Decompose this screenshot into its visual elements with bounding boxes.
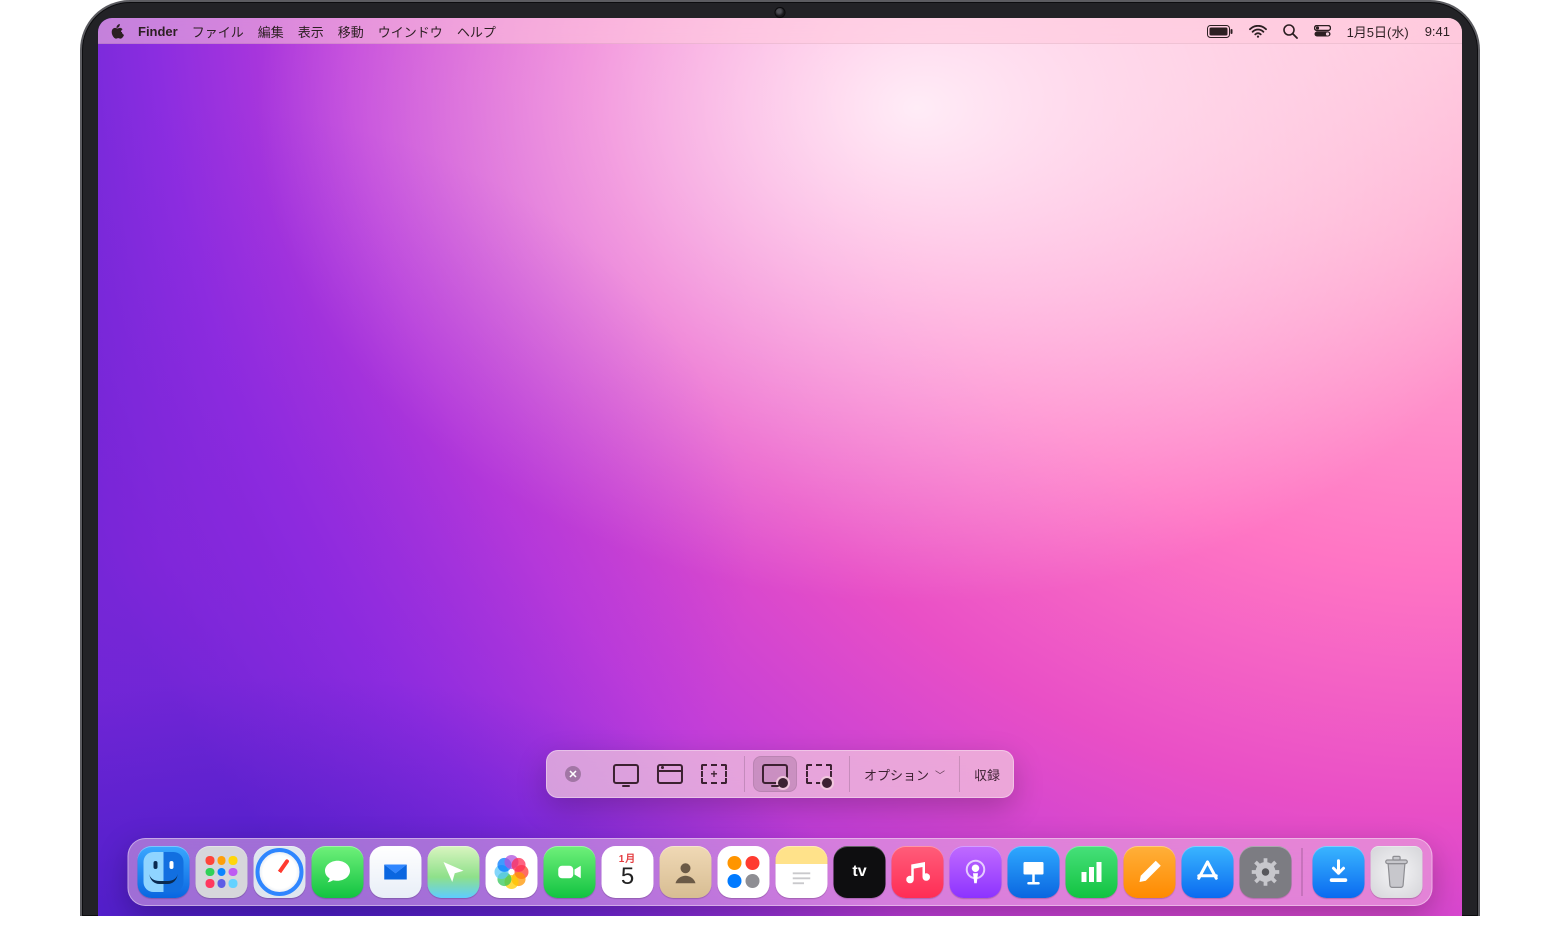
screenshot-capture-button[interactable]: 収録 (960, 750, 1014, 798)
podcasts-icon (961, 857, 991, 887)
maps-icon (439, 857, 469, 887)
apple-logo-icon (110, 24, 124, 39)
selection-icon: + (701, 764, 727, 784)
spotlight-search-icon[interactable] (1283, 24, 1298, 39)
dock-stack-downloads[interactable] (1313, 846, 1365, 898)
apple-menu[interactable] (110, 24, 124, 39)
dock-separator (1302, 848, 1303, 896)
window-icon (657, 764, 683, 784)
dock-app-finder[interactable] (138, 846, 190, 898)
dock-app-photos[interactable] (486, 846, 538, 898)
dock-app-notes[interactable] (776, 846, 828, 898)
keynote-icon (1019, 857, 1049, 887)
laptop-bezel: Finder ファイル 編集 表示 移動 ウインドウ ヘルプ (80, 0, 1480, 916)
battery-status-icon[interactable] (1207, 25, 1233, 38)
dock-app-appstore[interactable] (1182, 846, 1234, 898)
options-label: オプション (864, 765, 929, 784)
music-icon (903, 857, 933, 887)
menu-bar: Finder ファイル 編集 表示 移動 ウインドウ ヘルプ (98, 18, 1462, 44)
dock-app-numbers[interactable] (1066, 846, 1118, 898)
dock-app-keynote[interactable] (1008, 846, 1060, 898)
gear-icon (1251, 857, 1281, 887)
dock-app-system-preferences[interactable] (1240, 846, 1292, 898)
camera-notch (776, 8, 785, 17)
dock-app-contacts[interactable] (660, 846, 712, 898)
dock-app-calendar[interactable]: 1月5 (602, 846, 654, 898)
close-icon: ✕ (565, 766, 581, 782)
menu-edit[interactable]: 編集 (258, 22, 284, 41)
record-entire-screen-button[interactable] (753, 756, 797, 792)
finder-icon (144, 852, 184, 892)
control-center-icon[interactable] (1314, 25, 1331, 37)
dock-app-facetime[interactable] (544, 846, 596, 898)
capture-entire-screen-button[interactable] (604, 756, 648, 792)
mail-icon (381, 857, 411, 887)
dock-app-mail[interactable] (370, 846, 422, 898)
selection-record-icon (806, 764, 832, 784)
launchpad-icon (206, 856, 238, 888)
dock: 1月5 tv (128, 838, 1433, 906)
screenshot-close-button[interactable]: ✕ (558, 756, 588, 792)
capture-selected-window-button[interactable] (648, 756, 692, 792)
display-record-icon (762, 764, 788, 784)
appstore-icon (1193, 857, 1223, 887)
menu-window[interactable]: ウインドウ (378, 22, 443, 41)
calendar-icon: 1月5 (619, 855, 637, 889)
notes-icon (787, 857, 817, 887)
dock-app-appletv[interactable]: tv (834, 846, 886, 898)
menu-view[interactable]: 表示 (298, 22, 324, 41)
app-name-menu[interactable]: Finder (138, 24, 178, 39)
contacts-icon (671, 857, 701, 887)
menu-help[interactable]: ヘルプ (457, 22, 496, 41)
photos-icon (495, 855, 529, 889)
screenshot-options-button[interactable]: オプション ﹀ (850, 750, 959, 798)
chevron-down-icon: ﹀ (935, 767, 945, 782)
dock-app-launchpad[interactable] (196, 846, 248, 898)
wifi-status-icon[interactable] (1249, 25, 1267, 38)
menu-file[interactable]: ファイル (192, 22, 244, 41)
display-icon (613, 764, 639, 784)
dock-app-maps[interactable] (428, 846, 480, 898)
messages-icon (323, 857, 353, 887)
capture-selected-portion-button[interactable]: + (692, 756, 736, 792)
dock-trash[interactable] (1371, 846, 1423, 898)
facetime-icon (555, 857, 585, 887)
dock-app-messages[interactable] (312, 846, 364, 898)
numbers-icon (1077, 857, 1107, 887)
trash-icon (1382, 854, 1412, 890)
desktop-screen: Finder ファイル 編集 表示 移動 ウインドウ ヘルプ (98, 18, 1462, 916)
screenshot-toolbar: ✕ + (546, 750, 1014, 798)
dock-app-podcasts[interactable] (950, 846, 1002, 898)
dock-app-safari[interactable] (254, 846, 306, 898)
menu-go[interactable]: 移動 (338, 22, 364, 41)
dock-app-pages[interactable] (1124, 846, 1176, 898)
dock-app-reminders[interactable] (718, 846, 770, 898)
safari-icon (256, 848, 304, 896)
laptop-frame: Finder ファイル 編集 表示 移動 ウインドウ ヘルプ (80, 0, 1480, 916)
menubar-date[interactable]: 1月5日(水) (1347, 22, 1409, 41)
reminders-icon (728, 856, 760, 888)
capture-label: 収録 (974, 765, 1000, 784)
menubar-time[interactable]: 9:41 (1425, 24, 1450, 39)
record-selected-portion-button[interactable] (797, 756, 841, 792)
pages-icon (1135, 857, 1165, 887)
dock-app-music[interactable] (892, 846, 944, 898)
downloads-icon (1324, 857, 1354, 887)
